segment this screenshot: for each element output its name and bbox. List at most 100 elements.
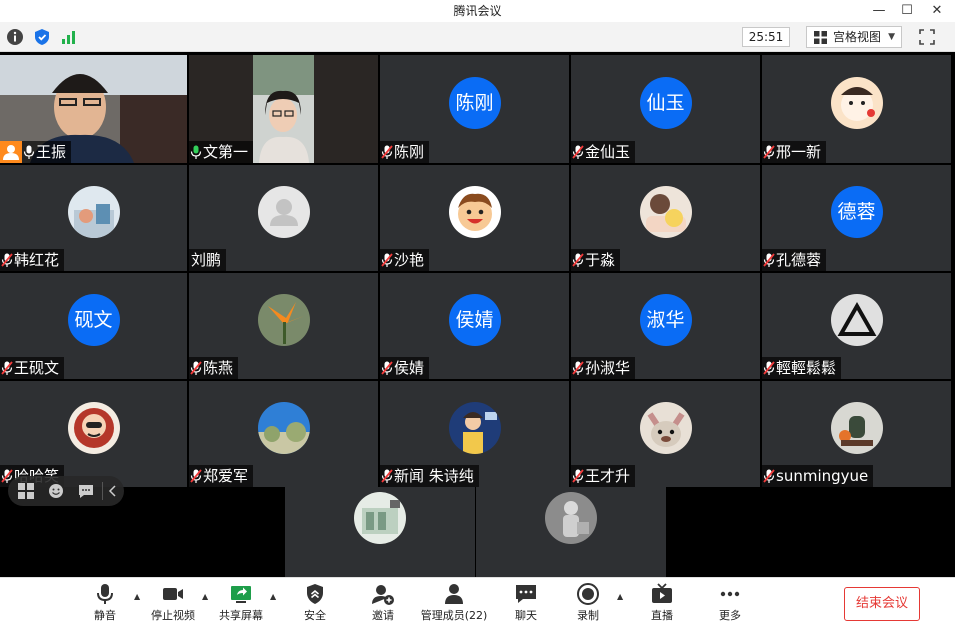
participant-name-tag: 韩红花 xyxy=(0,249,65,271)
participant-tile[interactable]: 邢一新 xyxy=(762,55,951,163)
more-label: 更多 xyxy=(719,609,741,622)
info-icon[interactable] xyxy=(6,28,24,46)
invite-button[interactable]: 邀请 xyxy=(366,582,400,626)
maximize-button[interactable]: ☐ xyxy=(892,0,922,22)
muted-microphone-icon xyxy=(190,361,202,375)
muted-microphone-icon xyxy=(572,145,584,159)
add-user-icon xyxy=(372,585,394,605)
shield-icon[interactable] xyxy=(33,28,51,46)
muted-microphone-icon xyxy=(763,145,775,159)
record-options-caret[interactable]: ▲ xyxy=(617,592,623,601)
muted-microphone-icon xyxy=(381,253,393,267)
microphone-icon xyxy=(190,145,202,159)
network-signal-icon[interactable] xyxy=(60,28,78,46)
avatar-initials: 仙玉 xyxy=(639,77,692,129)
participant-tile[interactable]: 韩红花 xyxy=(0,165,187,271)
chat-icon xyxy=(516,585,536,603)
mute-button[interactable]: 静音 xyxy=(88,582,122,626)
muted-microphone-icon xyxy=(763,253,775,267)
participant-name-tag: 郑爱军 xyxy=(189,465,254,487)
participant-tile[interactable]: 德蓉 孔德蓉 xyxy=(762,165,951,271)
participant-name: 陈刚 xyxy=(394,143,425,161)
participant-tile[interactable]: 砚文 王砚文 xyxy=(0,273,187,379)
participant-name-tag: 新闻 朱诗纯 xyxy=(380,465,479,487)
record-button[interactable]: 录制 xyxy=(571,582,605,626)
muted-microphone-icon xyxy=(190,469,202,483)
participant-name: 刘鹏 xyxy=(191,251,222,269)
participant-tile[interactable]: 陈燕 xyxy=(189,273,378,379)
participant-name: 孙淑华 xyxy=(585,359,631,377)
participant-tile[interactable]: 郑爱军 xyxy=(189,381,378,487)
participant-tile[interactable] xyxy=(285,487,475,577)
layout-icon[interactable] xyxy=(18,483,34,499)
participant-tile[interactable]: 王振 xyxy=(0,55,187,163)
avatar xyxy=(448,402,501,454)
participant-name-tag: 王振 xyxy=(22,141,72,163)
video-options-caret[interactable]: ▲ xyxy=(202,592,208,601)
chat-bubble-icon[interactable] xyxy=(78,483,94,499)
participant-name: 金仙玉 xyxy=(585,143,631,161)
participant-tile[interactable]: 陈刚 陈刚 xyxy=(380,55,569,163)
muted-microphone-icon xyxy=(381,145,393,159)
minimize-button[interactable]: — xyxy=(864,0,894,22)
muted-microphone-icon xyxy=(572,253,584,267)
participant-name-tag: 孙淑华 xyxy=(571,357,636,379)
avatar-initials: 德蓉 xyxy=(830,186,883,238)
more-button[interactable]: 更多 xyxy=(713,582,747,626)
participant-tile[interactable]: sunmingyue xyxy=(762,381,951,487)
avatar xyxy=(257,186,310,238)
avatar-initials: 砚文 xyxy=(67,294,120,346)
microphone-icon xyxy=(23,145,35,159)
meeting-window: 腾讯会议 — ☐ ✕ 25:51 宫格视图 ▼ 王振 文第一 陈刚 陈刚 仙玉 金仙玉 邢一… xyxy=(0,0,955,628)
more-dots-icon xyxy=(720,591,740,597)
participant-tile[interactable]: 新闻 朱诗纯 xyxy=(380,381,569,487)
participant-name-tag: 陈燕 xyxy=(189,357,239,379)
participant-name-tag: 陈刚 xyxy=(380,141,430,163)
microphone-icon xyxy=(97,584,113,604)
mute-options-caret[interactable]: ▲ xyxy=(134,592,140,601)
chevron-left-icon[interactable] xyxy=(108,485,118,497)
close-button[interactable]: ✕ xyxy=(922,0,952,22)
participant-tile[interactable]: 沙艳 xyxy=(380,165,569,271)
participant-grid: 王振 文第一 陈刚 陈刚 仙玉 金仙玉 邢一新 韩红花 刘鹏 沙艳 于淼 德蓉 孔德蓉 砚文 王砚文 陈燕 侯婧… xyxy=(0,55,955,577)
participant-name: 邢一新 xyxy=(776,143,822,161)
manage-members-button[interactable]: 管理成员(22) xyxy=(420,582,488,626)
avatar xyxy=(639,402,692,454)
participant-tile[interactable]: 哈哈笑 xyxy=(0,381,187,487)
participant-name: 沙艳 xyxy=(394,251,425,269)
participant-name: 于淼 xyxy=(585,251,616,269)
stop-video-button[interactable]: 停止视频 xyxy=(148,582,198,626)
participant-tile[interactable]: 王才升 xyxy=(571,381,760,487)
participant-name: 孔德蓉 xyxy=(776,251,822,269)
participant-tile[interactable]: 仙玉 金仙玉 xyxy=(571,55,760,163)
participant-tile[interactable]: 侯婧 侯婧 xyxy=(380,273,569,379)
security-button[interactable]: 安全 xyxy=(298,582,332,626)
invite-label: 邀请 xyxy=(372,609,394,622)
muted-microphone-icon xyxy=(763,469,775,483)
participant-tile[interactable]: 刘鹏 xyxy=(189,165,378,271)
share-screen-label: 共享屏幕 xyxy=(219,609,263,622)
chevron-down-icon: ▼ xyxy=(888,32,895,42)
muted-microphone-icon xyxy=(381,469,393,483)
meeting-toolbar: 25:51 宫格视图 ▼ xyxy=(0,22,955,52)
window-title: 腾讯会议 xyxy=(453,4,502,18)
participant-tile[interactable]: 文第一 xyxy=(189,55,378,163)
share-options-caret[interactable]: ▲ xyxy=(270,592,276,601)
muted-microphone-icon xyxy=(1,361,13,375)
participant-tile[interactable]: 于淼 xyxy=(571,165,760,271)
fullscreen-icon[interactable] xyxy=(918,28,936,46)
end-meeting-button[interactable]: 结束会议 xyxy=(844,587,920,621)
muted-microphone-icon xyxy=(572,361,584,375)
participant-tile[interactable]: 輕輕鬆鬆 xyxy=(762,273,951,379)
view-mode-select[interactable]: 宫格视图 ▼ xyxy=(806,26,902,48)
participant-name: 王才升 xyxy=(585,467,631,485)
share-screen-button[interactable]: 共享屏幕 xyxy=(216,582,266,626)
avatar-initials: 淑华 xyxy=(639,294,692,346)
security-label: 安全 xyxy=(304,609,326,622)
live-tv-icon xyxy=(652,583,672,603)
live-button[interactable]: 直播 xyxy=(645,582,679,626)
participant-tile[interactable] xyxy=(476,487,666,577)
chat-button[interactable]: 聊天 xyxy=(509,582,543,626)
emoji-icon[interactable] xyxy=(48,483,64,499)
participant-tile[interactable]: 淑华 孙淑华 xyxy=(571,273,760,379)
